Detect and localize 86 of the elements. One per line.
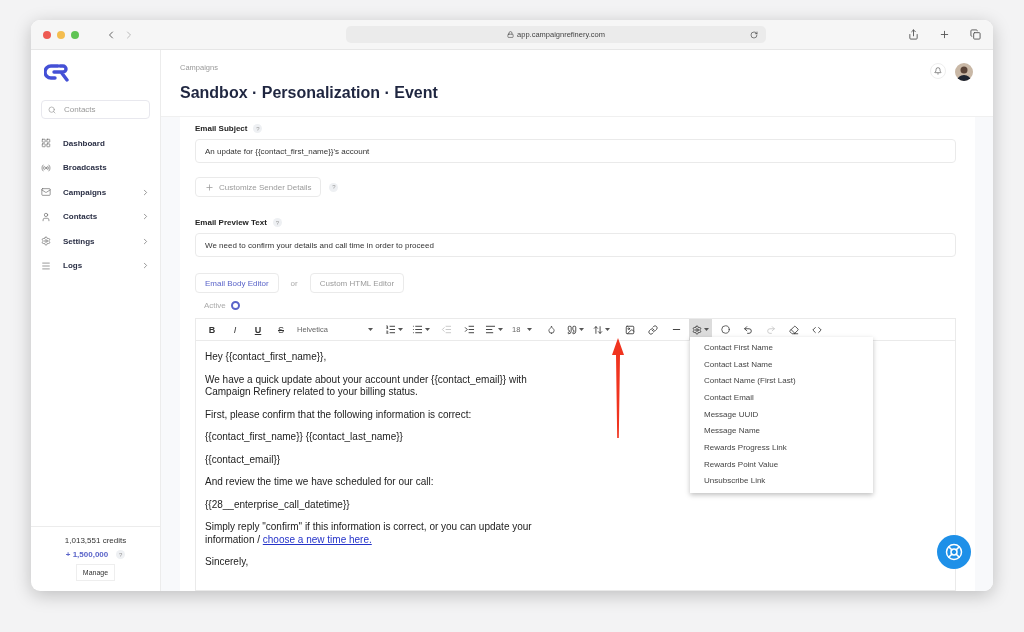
body-paragraph: First, please confirm that the following information is correct:	[205, 408, 472, 421]
body-paragraph: Sincerely,	[205, 556, 249, 569]
logo-icon	[44, 64, 71, 82]
nav-item[interactable]: Settings	[63, 236, 129, 246]
indent-icon	[463, 324, 475, 335]
person-icon	[41, 211, 51, 222]
plus-icon	[205, 182, 214, 192]
numbered-list-icon	[385, 324, 396, 335]
image-icon	[625, 324, 635, 335]
format-button[interactable]: U	[248, 319, 268, 340]
caret-icon	[527, 328, 532, 331]
chevron-icon[interactable]	[141, 187, 150, 197]
menu-item[interactable]: Rewards Progress Link	[690, 439, 873, 456]
bonus-credits: + 1,500,000	[65, 550, 109, 559]
preview-text-field[interactable]: We need to confirm your details and call time in order to proceed	[195, 233, 956, 257]
chevron-icon[interactable]	[141, 212, 150, 222]
or-text: or	[290, 278, 298, 288]
gear-icon	[692, 324, 702, 335]
align-left-icon	[485, 324, 496, 335]
lock-icon	[507, 31, 515, 38]
grid-icon	[41, 138, 51, 149]
link-icon	[648, 324, 658, 335]
credits-text: 1,013,551 credits	[64, 536, 127, 545]
share-icon[interactable]	[908, 29, 919, 40]
new-tab-icon[interactable]	[939, 29, 950, 40]
nav-item[interactable]: Broadcasts	[63, 163, 150, 173]
droplet-icon	[546, 325, 556, 334]
undo-icon	[743, 324, 753, 335]
active-toggle[interactable]	[230, 301, 240, 310]
body-paragraph: Hey {{contact_first_name}},	[205, 351, 327, 364]
envelope-icon	[41, 187, 51, 198]
field-label: Email Subject	[195, 124, 248, 133]
quote-icon	[567, 324, 577, 335]
body-paragraph: {{contact_first_name}} {{contact_last_name}}	[205, 431, 403, 444]
code-icon	[812, 324, 822, 335]
menu-item[interactable]: Contact Name (First Last)	[690, 372, 873, 390]
zoom-button[interactable]	[71, 30, 79, 39]
nav-item[interactable]: Contacts	[63, 212, 129, 222]
nav-item[interactable]: Logs	[63, 261, 129, 271]
bullet-list-icon	[412, 324, 423, 335]
caret-icon	[498, 328, 503, 331]
caret-icon	[425, 328, 430, 331]
avatar[interactable]	[955, 63, 973, 81]
circle-icon	[720, 325, 730, 334]
subject-field[interactable]: An update for {{contact_first_name}}'s account	[195, 139, 956, 163]
menu-item[interactable]: Message Name	[690, 422, 873, 440]
format-button[interactable]: S	[271, 319, 291, 340]
menu-item[interactable]: Contact Email	[690, 389, 873, 406]
caret-icon	[368, 328, 373, 331]
tabs-icon[interactable]	[970, 29, 981, 40]
chevron-icon[interactable]	[141, 261, 150, 271]
body-paragraph: {{contact_email}}	[205, 453, 281, 466]
redo-icon	[766, 324, 776, 335]
lifebuoy-icon	[945, 543, 963, 561]
up-down-arrow-icon	[593, 324, 603, 335]
broadcast-icon	[41, 162, 51, 173]
eraser-icon	[789, 324, 799, 335]
active-label: Active	[204, 301, 226, 310]
caret-icon	[579, 328, 584, 331]
menu-item[interactable]: Contact Last Name	[690, 355, 873, 373]
field-label: Email Preview Text	[195, 218, 267, 227]
editor-tab[interactable]: Email Body Editor	[195, 273, 279, 293]
caret-icon	[398, 328, 403, 331]
format-button[interactable]: B	[202, 319, 222, 340]
body-paragraph: {{28__enterprise_call_datetime}}	[205, 498, 350, 511]
nav-item[interactable]: Campaigns	[63, 187, 129, 197]
chevron-icon[interactable]	[141, 236, 150, 246]
menu-item[interactable]: Unsubscribe Link	[690, 472, 873, 490]
page-title: Sandbox · Personalization · Event	[180, 84, 438, 102]
nav-item[interactable]: Dashboard	[63, 138, 150, 148]
caret-icon	[605, 328, 610, 331]
menu-item[interactable]: Contact First Name	[690, 339, 873, 356]
menu-item[interactable]: Rewards Point Value	[690, 455, 873, 473]
body-paragraph: And review the time we have scheduled for our call:	[205, 476, 434, 489]
menu-icon	[41, 260, 51, 271]
outdent-icon	[440, 324, 452, 335]
caret-icon	[704, 328, 709, 331]
reload-icon[interactable]	[750, 30, 758, 39]
body-paragraph: We have a quick update about your account under {{contact_email}} with Campaign Refinery related to your billing status.	[205, 373, 527, 399]
format-button[interactable]: I	[225, 319, 245, 340]
menu-item[interactable]: Message UUID	[690, 405, 873, 423]
body-paragraph: Simply reply "confirm" if this information is correct, or you can update your information / choose a new time here.	[205, 521, 532, 546]
search-icon	[48, 105, 56, 114]
gear-icon	[41, 236, 51, 247]
reschedule-link[interactable]: choose a new time here.	[262, 533, 372, 545]
close-button[interactable]	[43, 30, 51, 39]
